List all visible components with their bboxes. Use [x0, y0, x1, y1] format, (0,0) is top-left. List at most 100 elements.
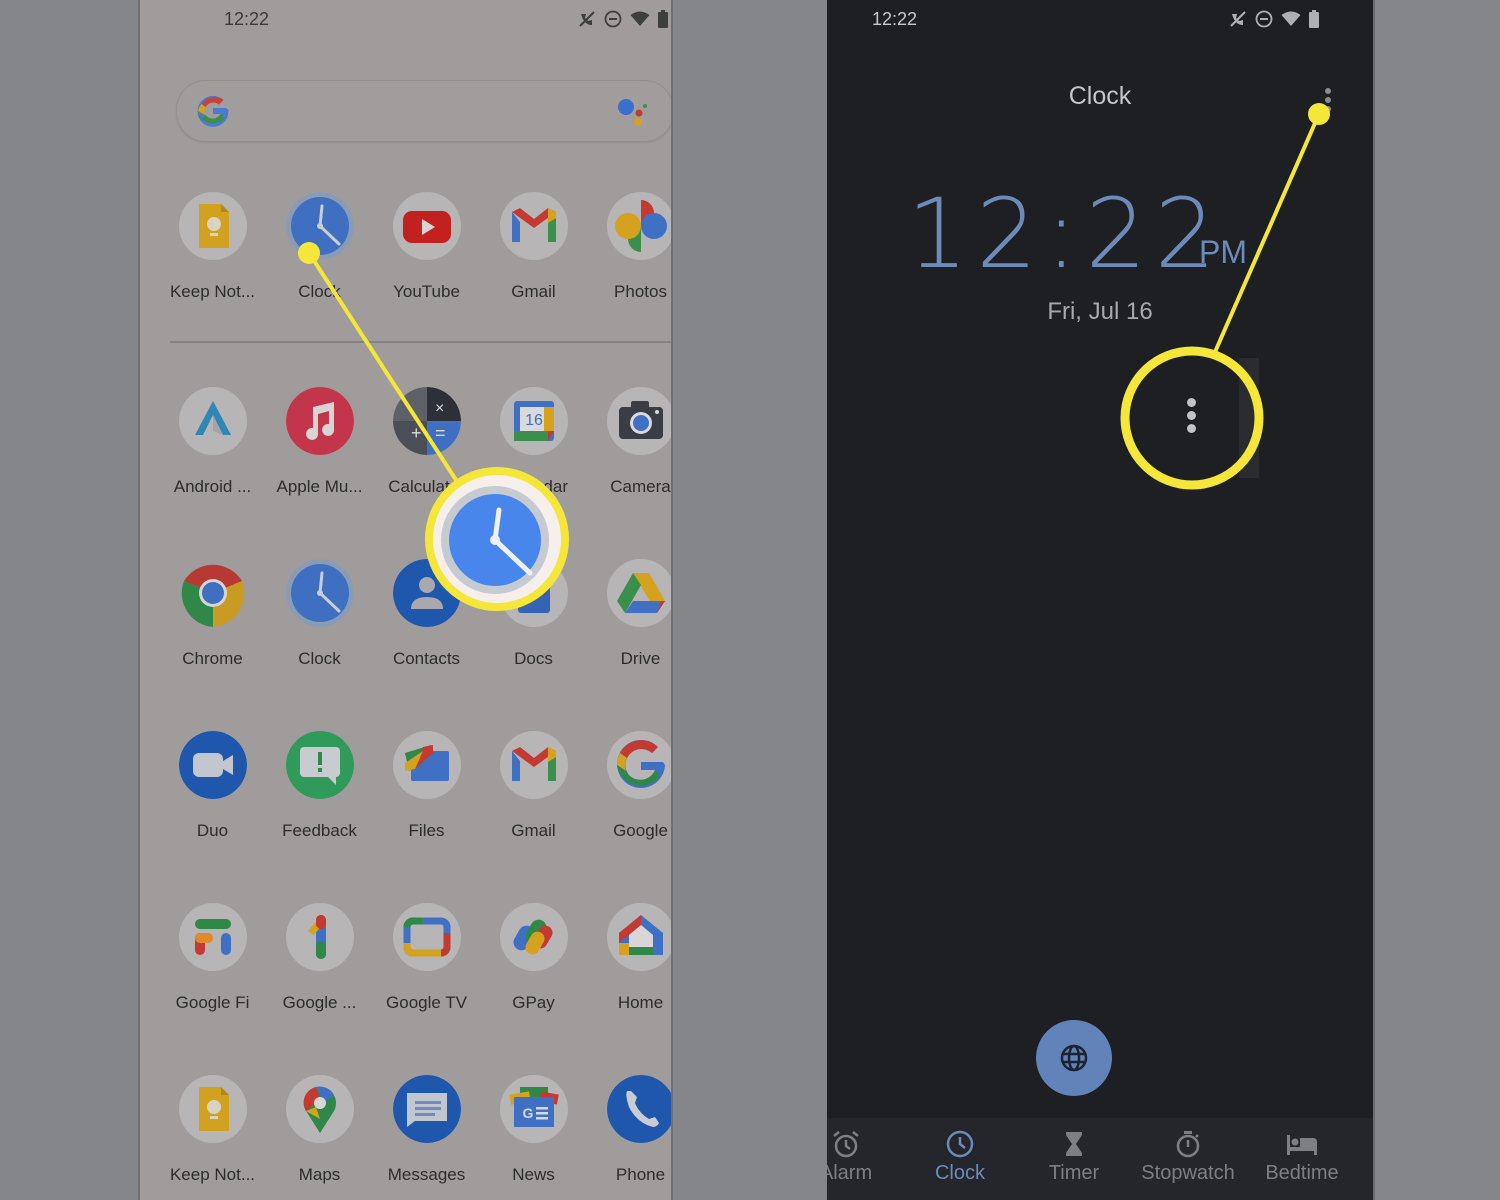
- bottom-navigation: Alarm Clock Timer Stopwatch Bedtime: [827, 1118, 1373, 1200]
- dot: [1186, 398, 1196, 407]
- app-keep-notes[interactable]: Keep Not...: [159, 1075, 266, 1185]
- keep-notes-icon: [178, 1075, 247, 1143]
- gmail-icon: [499, 731, 568, 799]
- duo-icon: [178, 731, 247, 799]
- maps-icon: [285, 1075, 354, 1143]
- dot: [1325, 88, 1331, 94]
- app-apple-music[interactable]: Apple Mu...: [266, 387, 373, 497]
- dot: [1186, 411, 1196, 420]
- app-label: Keep Not...: [169, 1165, 256, 1184]
- app-label: Clock: [298, 282, 341, 301]
- app-gmail[interactable]: Gmail: [480, 192, 587, 302]
- app-label: Home: [617, 993, 664, 1012]
- svg-text:+: +: [411, 423, 422, 443]
- battery-icon: [1309, 10, 1319, 28]
- google-home-icon: [606, 903, 671, 971]
- tab-label: Bedtime: [1265, 1162, 1339, 1184]
- app-feedback[interactable]: Feedback: [266, 731, 373, 841]
- app-google-one[interactable]: Google ...: [266, 903, 373, 1013]
- app-contacts[interactable]: Contacts: [373, 559, 480, 669]
- app-label: Google TV: [386, 993, 467, 1012]
- app-label: Google Fi: [175, 993, 250, 1012]
- clock-icon: [900, 1128, 1020, 1160]
- bed-icon: [1242, 1128, 1362, 1160]
- app-phone[interactable]: Phone: [587, 1075, 671, 1185]
- google-icon: [606, 731, 671, 799]
- chrome-icon: [179, 559, 247, 627]
- google-tv-icon: [392, 903, 461, 971]
- app-label: Google: [613, 821, 668, 840]
- app-label: Phone: [615, 1165, 666, 1184]
- app-google-home[interactable]: Home: [587, 903, 671, 1013]
- app-google-tv[interactable]: Google TV: [373, 903, 480, 1013]
- app-label: Apple Mu...: [276, 477, 363, 496]
- contacts-icon: [392, 559, 461, 627]
- am-pm-indicator: PM: [1199, 234, 1247, 270]
- tab-stopwatch[interactable]: Stopwatch: [1128, 1128, 1248, 1185]
- google-assistant-icon[interactable]: [615, 97, 651, 127]
- app-label: Camera: [610, 477, 671, 496]
- more-options-button[interactable]: [1321, 86, 1335, 116]
- app-google-fi[interactable]: Google Fi: [159, 903, 266, 1013]
- tab-label: Clock: [934, 1162, 985, 1184]
- app-keep-notes[interactable]: Keep Not...: [159, 192, 266, 302]
- stopwatch-icon: [1128, 1128, 1248, 1160]
- app-chrome[interactable]: Chrome: [159, 559, 266, 669]
- clock-icon: [285, 192, 354, 260]
- app-clock[interactable]: Clock: [266, 559, 373, 669]
- app-maps[interactable]: Maps: [266, 1075, 373, 1185]
- files-icon: [392, 731, 461, 799]
- google-fi-icon: [178, 903, 247, 971]
- app-gmail[interactable]: Gmail: [480, 731, 587, 841]
- app-gpay[interactable]: GPay: [480, 903, 587, 1013]
- app-camera[interactable]: Camera: [587, 387, 671, 497]
- tab-bedtime[interactable]: Bedtime: [1242, 1128, 1362, 1185]
- app-messages[interactable]: Messages: [373, 1075, 480, 1185]
- tab-alarm[interactable]: Alarm: [827, 1128, 906, 1185]
- svg-text:×: ×: [435, 400, 444, 417]
- gmail-icon: [499, 192, 568, 260]
- app-label: Clock: [298, 649, 341, 668]
- docs-icon: [499, 559, 568, 627]
- app-files[interactable]: Files: [373, 731, 480, 841]
- app-label: Chrome: [182, 649, 243, 668]
- app-drive[interactable]: Drive: [587, 559, 671, 669]
- app-calculator[interactable]: × + = Calculator: [373, 387, 480, 497]
- app-label: Android ...: [173, 477, 252, 496]
- more-options-button-zoomed[interactable]: [1184, 398, 1198, 438]
- app-youtube[interactable]: YouTube: [373, 192, 480, 302]
- divider: [170, 341, 671, 343]
- app-news[interactable]: G News: [480, 1075, 587, 1185]
- app-label: Calculator: [388, 477, 465, 496]
- google-one-icon: [285, 903, 354, 971]
- android-auto-icon: [178, 387, 247, 455]
- app-label: Files: [408, 821, 445, 840]
- apple-music-icon: [285, 387, 354, 455]
- app-label: Feedback: [282, 821, 357, 840]
- clock-icon: [285, 559, 354, 627]
- google-search-bar[interactable]: [176, 80, 671, 142]
- app-photos[interactable]: Photos: [587, 192, 671, 302]
- tab-timer[interactable]: Timer: [1014, 1128, 1134, 1185]
- app-google[interactable]: Google: [587, 731, 671, 841]
- edge-shade: [1239, 358, 1259, 478]
- svg-text:=: =: [435, 423, 446, 443]
- tab-label: Alarm: [827, 1162, 873, 1184]
- add-city-button[interactable]: [1036, 1020, 1112, 1096]
- app-label: Docs: [514, 649, 553, 668]
- app-clock[interactable]: Clock: [266, 192, 373, 302]
- call-muted-icon: [1230, 11, 1246, 27]
- status-time: 12:22: [224, 9, 270, 29]
- app-docs[interactable]: Docs: [480, 559, 587, 669]
- app-label: Google ...: [282, 993, 357, 1012]
- app-android-auto[interactable]: Android ...: [159, 387, 266, 497]
- calculator-icon: × + =: [392, 387, 461, 455]
- app-calendar[interactable]: 16 Calendar: [480, 387, 587, 497]
- app-duo[interactable]: Duo: [159, 731, 266, 841]
- app-label: Photos: [614, 282, 667, 301]
- messages-icon: [392, 1075, 461, 1143]
- dot: [1325, 106, 1331, 112]
- app-label: Duo: [196, 821, 229, 840]
- app-title: Clock: [1068, 82, 1132, 110]
- tab-clock[interactable]: Clock: [900, 1128, 1020, 1185]
